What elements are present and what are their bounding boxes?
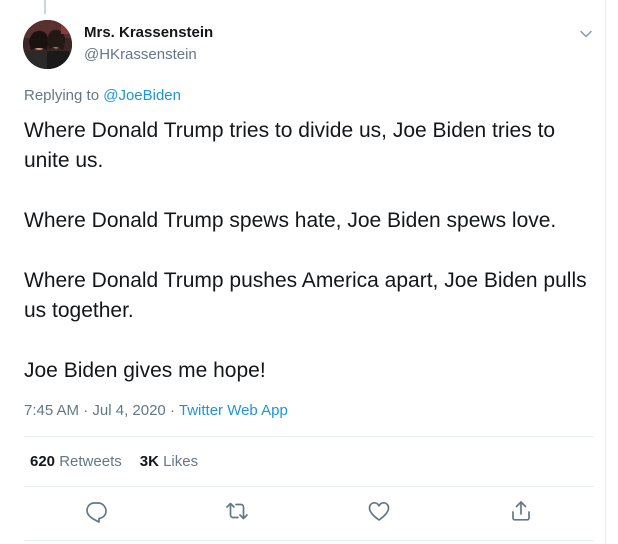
likes-label: Likes xyxy=(163,453,199,470)
tweet-paragraph: Where Donald Trump spews hate, Joe Biden… xyxy=(24,209,557,232)
likes-count: 3K xyxy=(139,453,159,470)
tweet-detail: Mrs. Krassenstein @HKrassenstein Replyin… xyxy=(0,0,606,544)
tweet-paragraph: Where Donald Trump tries to divide us, J… xyxy=(24,119,556,172)
tweet-actions xyxy=(24,498,594,528)
share-icon[interactable] xyxy=(508,498,534,524)
divider xyxy=(24,436,594,437)
retweets-stat-link[interactable]: 620 Retweets xyxy=(30,453,122,470)
source-app-link[interactable]: Twitter Web App xyxy=(179,402,288,419)
retweets-label: Retweets xyxy=(59,453,122,470)
heart-icon[interactable] xyxy=(366,498,392,524)
tweet-text: Where Donald Trump tries to divide us, J… xyxy=(24,116,594,386)
likes-stat-link[interactable]: 3K Likes xyxy=(140,453,198,470)
thread-connector-line xyxy=(44,0,46,14)
retweets-count: 620 xyxy=(30,453,56,470)
divider xyxy=(24,486,594,487)
tweet-date-link[interactable]: Jul 4, 2020 xyxy=(92,402,165,419)
divider xyxy=(24,540,594,541)
tweet-paragraph: Joe Biden gives me hope! xyxy=(24,359,266,382)
chevron-down-icon[interactable] xyxy=(578,26,594,42)
replying-to-label: Replying to xyxy=(24,87,104,104)
reply-icon[interactable] xyxy=(83,498,109,524)
avatar[interactable] xyxy=(23,20,72,69)
engagement-stats: 620 Retweets 3K Likes xyxy=(30,453,198,470)
retweet-icon[interactable] xyxy=(224,498,250,524)
tweet-paragraph: Where Donald Trump pushes America apart,… xyxy=(24,269,587,322)
author-name[interactable]: Mrs. Krassenstein xyxy=(84,24,213,41)
meta-separator: · xyxy=(83,402,89,419)
tweet-metadata: 7:45 AM · Jul 4, 2020 · Twitter Web App xyxy=(24,402,288,419)
meta-separator: · xyxy=(169,402,175,419)
tweet-time-link[interactable]: 7:45 AM xyxy=(24,402,79,419)
author-handle[interactable]: @HKrassenstein xyxy=(84,46,197,63)
replying-to-mention-link[interactable]: @JoeBiden xyxy=(103,87,181,104)
replying-to: Replying to @JoeBiden xyxy=(24,87,181,104)
